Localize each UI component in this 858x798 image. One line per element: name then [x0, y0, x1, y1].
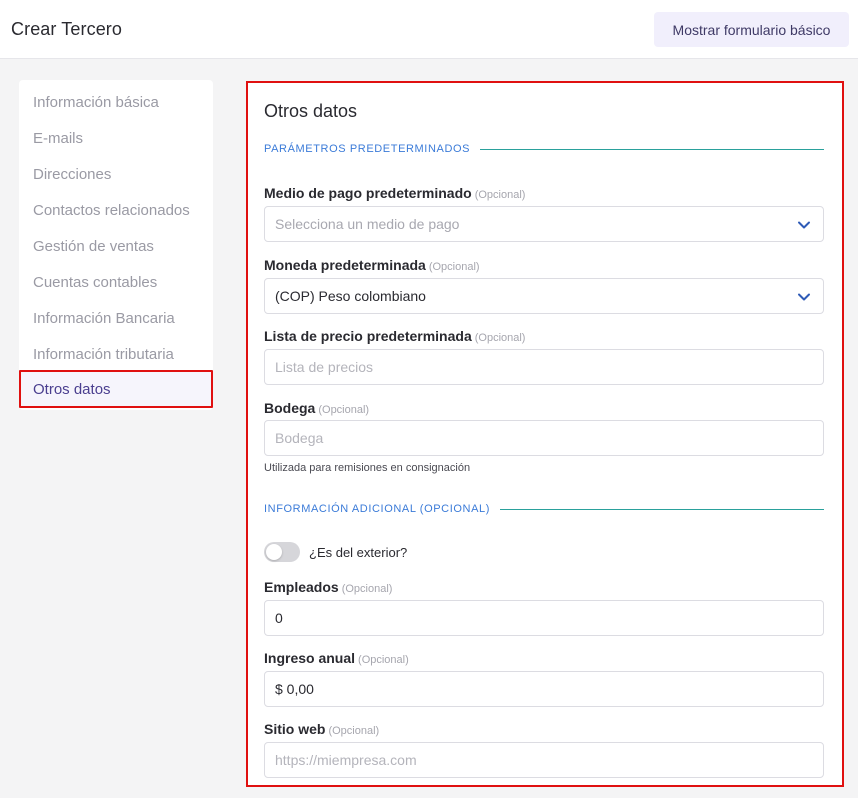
annual-income-label-text: Ingreso anual — [264, 650, 356, 666]
price-list-input[interactable] — [264, 349, 824, 385]
warehouse-label: Bodega (Opcional) — [264, 400, 369, 416]
optional-tag: (Opcional) — [428, 261, 480, 273]
annual-income-label: Ingreso anual (Opcional) — [264, 650, 409, 666]
nav-item-informacion-basica[interactable]: Información básica — [19, 84, 213, 120]
nav-item-informacion-tributaria[interactable]: Información tributaria — [19, 336, 213, 372]
toggle-knob — [266, 544, 282, 560]
section-label-defaults: PARÁMETROS PREDETERMINADOS — [264, 143, 471, 155]
nav-item-contactos-relacionados[interactable]: Contactos relacionados — [19, 192, 213, 228]
optional-tag: (Opcional) — [318, 404, 370, 416]
currency-value: (COP) Peso colombiano — [275, 288, 426, 304]
top-header: Crear Tercero Mostrar formulario básico — [0, 0, 858, 59]
price-list-label: Lista de precio predeterminada (Opcional) — [264, 328, 525, 344]
warehouse-label-text: Bodega — [264, 400, 316, 416]
optional-tag: (Opcional) — [358, 654, 409, 666]
show-basic-form-button[interactable]: Mostrar formulario básico — [654, 12, 849, 47]
is-foreign-toggle[interactable] — [264, 542, 300, 562]
payment-method-select[interactable]: Selecciona un medio de pago — [264, 206, 824, 242]
optional-tag: (Opcional) — [328, 725, 380, 737]
section-divider — [480, 148, 824, 150]
warehouse-input[interactable] — [264, 420, 824, 456]
chevron-down-icon — [798, 293, 810, 301]
nav-item-gestion-de-ventas[interactable]: Gestión de ventas — [19, 228, 213, 264]
website-label: Sitio web (Opcional) — [264, 721, 379, 737]
currency-label: Moneda predeterminada (Opcional) — [264, 257, 480, 273]
annual-income-value: $ 0,00 — [275, 681, 314, 697]
payment-method-placeholder: Selecciona un medio de pago — [275, 216, 460, 232]
chevron-down-icon — [798, 221, 810, 229]
optional-tag: (Opcional) — [474, 189, 526, 201]
employees-label-text: Empleados — [264, 579, 339, 595]
otros-datos-panel: Otros datos PARÁMETROS PREDETERMINADOS M… — [246, 81, 844, 787]
payment-method-label-text: Medio de pago predeterminado — [264, 185, 472, 201]
section-label-additional: INFORMACIÓN ADICIONAL (OPCIONAL) — [264, 503, 490, 515]
section-divider — [499, 508, 824, 510]
section-nav: Información básica E-mails Direcciones C… — [19, 80, 213, 410]
nav-item-direcciones[interactable]: Direcciones — [19, 156, 213, 192]
price-list-label-text: Lista de precio predeterminada — [264, 328, 472, 344]
is-foreign-label: ¿Es del exterior? — [309, 545, 408, 560]
nav-item-informacion-bancaria[interactable]: Información Bancaria — [19, 300, 213, 336]
payment-method-label: Medio de pago predeterminado (Opcional) — [264, 185, 525, 201]
employees-input[interactable]: 0 — [264, 600, 824, 636]
annual-income-input[interactable]: $ 0,00 — [264, 671, 824, 707]
website-input[interactable] — [264, 742, 824, 778]
currency-label-text: Moneda predeterminada — [264, 257, 426, 273]
currency-select[interactable]: (COP) Peso colombiano — [264, 278, 824, 314]
nav-item-cuentas-contables[interactable]: Cuentas contables — [19, 264, 213, 300]
nav-item-emails[interactable]: E-mails — [19, 120, 213, 156]
page-title: Crear Tercero — [11, 19, 123, 39]
optional-tag: (Opcional) — [474, 332, 526, 344]
warehouse-hint: Utilizada para remisiones en consignació… — [264, 462, 471, 474]
employees-label: Empleados (Opcional) — [264, 579, 392, 595]
optional-tag: (Opcional) — [341, 583, 393, 595]
section-header-defaults: PARÁMETROS PREDETERMINADOS — [264, 142, 824, 156]
nav-item-otros-datos[interactable]: Otros datos — [19, 370, 213, 408]
section-header-additional: INFORMACIÓN ADICIONAL (OPCIONAL) — [264, 502, 824, 516]
employees-value: 0 — [275, 610, 283, 626]
panel-title: Otros datos — [264, 101, 358, 121]
website-label-text: Sitio web — [264, 721, 326, 737]
